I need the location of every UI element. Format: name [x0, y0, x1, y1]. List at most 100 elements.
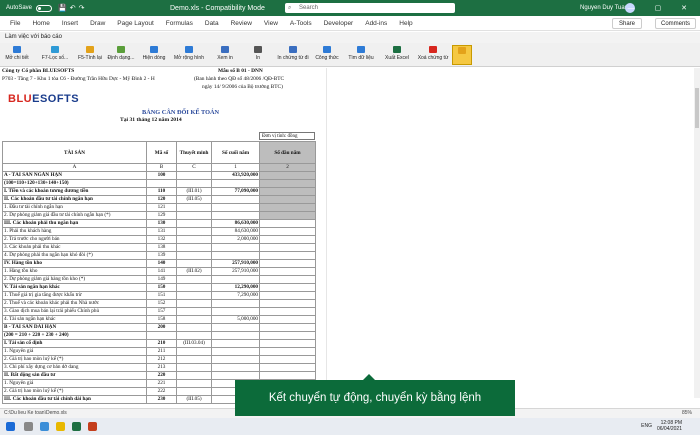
cell-asset[interactable]: II. Bất động sản đầu tư [2, 371, 147, 380]
toolbar-button-13[interactable] [452, 45, 472, 65]
cell-end-year[interactable] [211, 179, 260, 188]
cell-note[interactable] [176, 171, 212, 180]
cell-asset[interactable]: 3. Chi phí xây dựng cơ bản dở dang [2, 363, 147, 372]
cell-code[interactable]: 151 [146, 291, 177, 300]
toolbar-button-12[interactable]: Xoá chứng từ [416, 45, 450, 65]
cell-begin-year[interactable] [259, 251, 316, 260]
cell-end-year[interactable]: 7,290,000 [211, 291, 260, 300]
cell-end-year[interactable]: 2,000,000 [211, 235, 260, 244]
tab-3[interactable]: Draw [90, 20, 105, 27]
cell-asset[interactable]: 1. Nguyên giá [2, 347, 147, 356]
cell-code[interactable]: 222 [146, 387, 177, 396]
search-input[interactable]: ⌕ Search [285, 3, 455, 13]
cell-end-year[interactable]: 257,910,000 [211, 267, 260, 276]
cell-code[interactable]: 230 [146, 395, 177, 404]
cell-note[interactable] [176, 283, 212, 292]
cell-code[interactable]: 121 [146, 203, 177, 212]
cell-begin-year[interactable] [259, 347, 316, 356]
cell-begin-year[interactable] [259, 187, 316, 196]
clock[interactable]: 12:08 PM 06/04/2021 [657, 420, 682, 432]
cell-begin-year[interactable] [259, 363, 316, 372]
cell-asset[interactable]: III. Các khoản phải thu ngắn hạn [2, 219, 147, 228]
cell-asset[interactable]: II. Các khoản đầu tư tài chính ngắn hạn [2, 195, 147, 204]
cell-code[interactable]: 132 [146, 235, 177, 244]
toolbar-button-0[interactable]: Mở chi tiết [2, 45, 32, 65]
cell-asset[interactable]: 2. Dự phòng giảm giá đầu tư tài chính ng… [2, 211, 147, 220]
tab-12[interactable]: Help [399, 20, 412, 27]
cell-begin-year[interactable] [259, 299, 316, 308]
cell-code[interactable]: 141 [146, 267, 177, 276]
tab-7[interactable]: Review [231, 20, 252, 27]
code-b[interactable]: B [146, 163, 177, 172]
tab-8[interactable]: View [264, 20, 278, 27]
toolbar-button-2[interactable]: F5-Tính lại [78, 45, 102, 65]
cell-note[interactable] [176, 371, 212, 380]
tab-5[interactable]: Formulas [166, 20, 193, 27]
cell-begin-year[interactable] [259, 331, 316, 340]
cell-code[interactable]: 158 [146, 315, 177, 324]
cell-code[interactable]: 120 [146, 195, 177, 204]
cell-note[interactable]: (III.01) [176, 187, 212, 196]
header-begin-year[interactable]: Số đầu năm [259, 141, 316, 164]
cell-end-year[interactable] [211, 275, 260, 284]
cell-note[interactable] [176, 323, 212, 332]
toolbar-button-3[interactable]: Định dạng... [104, 45, 138, 65]
cell-asset[interactable]: B - TÀI SẢN DÀI HẠN [2, 323, 147, 332]
cell-asset[interactable]: I. Tiền và các khoản tương đương tiền [2, 187, 147, 196]
cell-code[interactable] [146, 331, 177, 340]
toolbar-button-10[interactable]: Tìm dữ liệu [344, 45, 378, 65]
cell-end-year[interactable]: 84,630,000 [211, 227, 260, 236]
cell-asset[interactable]: 2. Thuế và các khoản khác phải thu Nhà n… [2, 299, 147, 308]
cell-asset[interactable]: 2. Dự phòng giảm giá hàng tồn kho (*) [2, 275, 147, 284]
cell-end-year[interactable]: 5,000,000 [211, 315, 260, 324]
cell-begin-year[interactable] [259, 355, 316, 364]
quick-access-icons[interactable]: 💾↶↷ [58, 4, 87, 12]
toolbar-button-1[interactable]: F7-Lọc số... [36, 45, 74, 65]
cell-end-year[interactable] [211, 251, 260, 260]
cell-asset[interactable]: (100=110+120+130+140+150) [2, 179, 147, 188]
tab-9[interactable]: A-Tools [290, 20, 312, 27]
cell-asset[interactable]: (200 = 210 + 220 + 230 + 240) [2, 331, 147, 340]
cell-code[interactable] [146, 179, 177, 188]
cell-note[interactable] [176, 235, 212, 244]
tab-10[interactable]: Developer [324, 20, 354, 27]
cell-code[interactable]: 150 [146, 283, 177, 292]
autosave-toggle[interactable] [36, 4, 53, 12]
cell-note[interactable] [176, 243, 212, 252]
toolbar-button-5[interactable]: Mở rộng hình [170, 45, 208, 65]
code-a[interactable]: A [2, 163, 147, 172]
tab-0[interactable]: File [10, 20, 20, 27]
cell-note[interactable] [176, 211, 212, 220]
cell-code[interactable]: 211 [146, 347, 177, 356]
cell-code[interactable]: 100 [146, 171, 177, 180]
cell-begin-year[interactable] [259, 259, 316, 268]
language-indicator[interactable]: ENG [641, 423, 652, 429]
cell-note[interactable] [176, 299, 212, 308]
cell-end-year[interactable]: 433,920,000 [211, 171, 260, 180]
toolbar-button-7[interactable]: In [244, 45, 272, 65]
cell-code[interactable]: 131 [146, 227, 177, 236]
cell-note[interactable] [176, 315, 212, 324]
cell-code[interactable]: 221 [146, 379, 177, 388]
cell-end-year[interactable]: 257,910,000 [211, 259, 260, 268]
cell-begin-year[interactable] [259, 179, 316, 188]
cell-asset[interactable]: 2. Giá trị hao mòn luỹ kế (*) [2, 355, 147, 364]
header-assets[interactable]: TÀI SẢN [2, 141, 147, 164]
cell-code[interactable]: 149 [146, 275, 177, 284]
cell-end-year[interactable] [211, 331, 260, 340]
cell-asset[interactable]: IV. Hàng tồn kho [2, 259, 147, 268]
cell-begin-year[interactable] [259, 171, 316, 180]
cell-note[interactable] [176, 379, 212, 388]
cell-end-year[interactable] [211, 347, 260, 356]
cell-end-year[interactable] [211, 307, 260, 316]
cell-end-year[interactable]: 12,290,000 [211, 283, 260, 292]
header-code[interactable]: Mã số [146, 141, 177, 164]
cell-note[interactable] [176, 203, 212, 212]
cell-note[interactable] [176, 251, 212, 260]
cell-note[interactable] [176, 259, 212, 268]
toolbar-button-11[interactable]: Xuất Excel [380, 45, 414, 65]
cell-note[interactable] [176, 363, 212, 372]
tab-6[interactable]: Data [205, 20, 219, 27]
cell-begin-year[interactable] [259, 219, 316, 228]
share-button[interactable]: Share [611, 18, 642, 29]
